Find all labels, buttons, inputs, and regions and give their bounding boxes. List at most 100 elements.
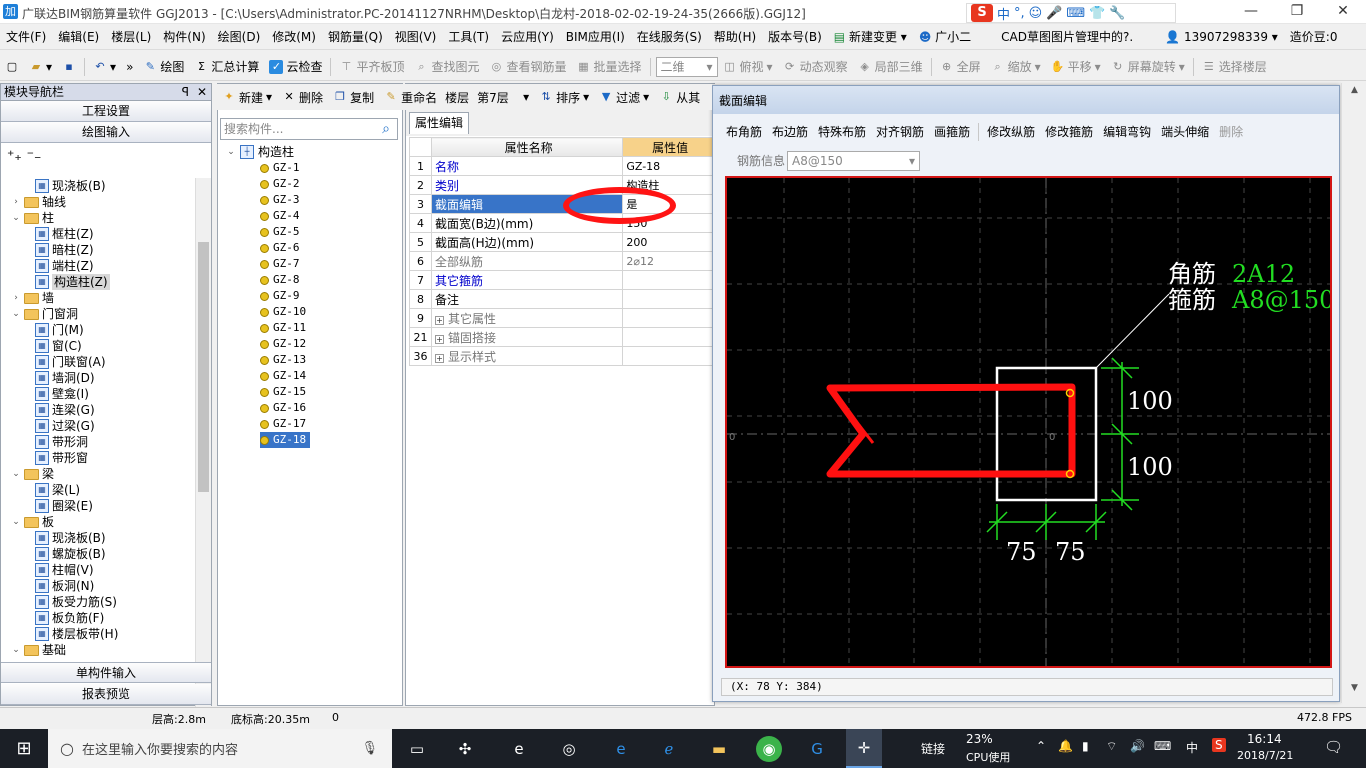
menu-tools[interactable]: 工具(T) (442, 25, 495, 50)
ime-mode[interactable]: 中 (997, 4, 1010, 23)
file-explorer-icon[interactable]: ▬ (706, 736, 732, 762)
tree-item[interactable]: ▦ 暗柱(Z) (35, 242, 94, 258)
expand-all-icon[interactable]: ⁺₊ (7, 148, 22, 164)
keyboard-icon[interactable]: ⌨ (1154, 739, 1171, 753)
taskbar-search-input[interactable]: ○ 在这里输入你要搜索的内容 🎙 (48, 729, 392, 768)
chevron-right-icon[interactable]: › (11, 194, 21, 210)
component-item[interactable]: GZ-17 (260, 416, 310, 432)
menu-draw[interactable]: 绘图(D) (212, 25, 267, 50)
property-value-cell[interactable]: 2⌀12 (622, 251, 715, 271)
align-top-button[interactable]: ⊤ 平齐板顶 (334, 54, 409, 80)
skin-icon[interactable]: 👕 (1089, 6, 1105, 21)
tree-folder[interactable]: ⌄ 门窗洞 (11, 306, 78, 322)
component-root[interactable]: ⌄ ┼ 构造柱 (226, 144, 294, 160)
delete-rebar-button[interactable]: 删除 (1214, 120, 1248, 144)
input-lang[interactable]: 中 (1186, 739, 1198, 756)
chevron-right-icon[interactable]: › (11, 290, 21, 306)
sogou-logo-icon[interactable]: S (971, 4, 993, 22)
property-row[interactable]: 4 截面宽(B边)(mm) 150 (409, 213, 715, 233)
dynamic-view-button[interactable]: ⟳ 动态观察 (778, 54, 853, 80)
tree-item[interactable]: ▦ 窗(C) (35, 338, 82, 354)
property-row[interactable]: 9 + 其它属性 (409, 308, 715, 328)
component-item[interactable]: GZ-12 (260, 336, 310, 352)
tree-item[interactable]: ▦ 墙洞(D) (35, 370, 95, 386)
property-value-cell[interactable] (622, 346, 715, 366)
ime-toolbar[interactable]: S 中 °, ☺ 🎤 ⌨ 👕 🔧 (966, 3, 1176, 23)
volume-icon[interactable]: 🔊 (1130, 739, 1145, 753)
draw-button[interactable]: ✎ 绘图 (138, 54, 189, 80)
menu-guangxiaoer[interactable]: ☻ 广小二 (913, 25, 977, 50)
tree-folder[interactable]: ⌄ 柱 (11, 210, 54, 226)
action-center-icon[interactable]: 🗨 (1324, 738, 1343, 756)
spiral-app-icon[interactable]: ◎ (556, 736, 582, 762)
batch-select-button[interactable]: ▦ 批量选择 (572, 54, 647, 80)
end-stretch-button[interactable]: 端头伸缩 (1156, 120, 1214, 144)
component-item[interactable]: GZ-18 (260, 432, 311, 448)
property-value-cell[interactable]: 200 (622, 232, 715, 252)
component-item[interactable]: GZ-15 (260, 384, 310, 400)
task-view-icon[interactable]: ▭ (404, 736, 430, 762)
maximize-button[interactable]: ❐ (1274, 0, 1320, 24)
tree-item[interactable]: ▦ 螺旋板(B) (35, 546, 106, 562)
menu-cad-news[interactable]: CAD草图图片管理中的?. (995, 25, 1139, 50)
close-icon[interactable]: ✕ (197, 84, 207, 100)
edge-icon[interactable]: e (608, 736, 634, 762)
property-value-cell[interactable]: GZ-18 (622, 156, 715, 176)
tree-item[interactable]: ▦ 圈梁(E) (35, 498, 93, 514)
draw-input-button[interactable]: 绘图输入 (1, 122, 211, 143)
tree-item[interactable]: ▦ 现浇板(B) (35, 530, 106, 546)
open-file-button[interactable]: ▰ ▾ (24, 54, 57, 80)
chevron-down-icon[interactable]: ⌄ (226, 144, 236, 160)
property-value-cell[interactable] (622, 270, 715, 290)
fan-app-icon[interactable]: ✣ (452, 736, 478, 762)
property-value-cell[interactable] (622, 289, 715, 309)
project-settings-button[interactable]: 工程设置 (1, 101, 211, 122)
component-item[interactable]: GZ-9 (260, 288, 304, 304)
menu-online[interactable]: 在线服务(S) (631, 25, 708, 50)
top-view-button[interactable]: ◫ 俯视 ▾ (718, 54, 778, 80)
filter-button[interactable]: ▼ 过滤 ▾ (594, 84, 654, 110)
tab-property-edit[interactable]: 属性编辑 (409, 112, 469, 134)
g-app-icon[interactable]: G (804, 736, 830, 762)
microphone-icon[interactable]: 🎙 (361, 741, 378, 756)
component-item[interactable]: GZ-8 (260, 272, 304, 288)
tree-item[interactable]: ▦ 板洞(N) (35, 578, 94, 594)
expand-plus-icon[interactable]: + (434, 334, 444, 344)
property-row[interactable]: 5 截面高(H边)(mm) 200 (409, 232, 715, 252)
new-component-button[interactable]: ✦ 新建 ▾ (217, 84, 277, 110)
nav-scroll-thumb[interactable] (198, 242, 209, 492)
component-item[interactable]: GZ-2 (260, 176, 304, 192)
expand-plus-icon[interactable]: + (434, 315, 444, 325)
tree-item[interactable]: ▦ 带形洞 (35, 434, 88, 450)
tree-item[interactable]: ▦ 门(M) (35, 322, 84, 338)
menu-rebar-qty[interactable]: 钢筋量(Q) (322, 25, 389, 50)
fullscreen-button[interactable]: ⊕ 全屏 (935, 54, 986, 80)
corner-rebar-button[interactable]: 布角筋 (721, 120, 767, 144)
edit-hook-button[interactable]: 编辑弯钩 (1098, 120, 1156, 144)
component-item[interactable]: GZ-6 (260, 240, 304, 256)
minimize-button[interactable]: — (1228, 0, 1274, 24)
component-item[interactable]: GZ-3 (260, 192, 304, 208)
menu-component[interactable]: 构件(N) (157, 25, 211, 50)
green-app-icon[interactable]: ◉ (756, 736, 782, 762)
new-file-button[interactable]: ▢ (0, 54, 24, 80)
pan-button[interactable]: ✋ 平移 ▾ (1046, 54, 1106, 80)
property-value-cell[interactable] (622, 308, 715, 328)
find-element-button[interactable]: ⌕ 查找图元 (409, 54, 484, 80)
clock-date[interactable]: 2018/7/21 (1237, 749, 1293, 762)
scroll-down-icon[interactable]: ▼ (1351, 683, 1358, 693)
expand-plus-icon[interactable]: + (434, 353, 444, 363)
tree-item[interactable]: ▦ 现浇板(B) (35, 178, 106, 194)
property-row[interactable]: 6 全部纵筋 2⌀12 (409, 251, 715, 271)
sum-calc-button[interactable]: Σ 汇总计算 (189, 54, 264, 80)
align-rebar-button[interactable]: 对齐钢筋 (871, 120, 929, 144)
tree-item[interactable]: ▦ 带形窗 (35, 450, 88, 466)
component-item[interactable]: GZ-5 (260, 224, 304, 240)
menu-version[interactable]: 版本号(B) (762, 25, 828, 50)
view-rebar-button[interactable]: ◎ 查看钢筋量 (484, 54, 571, 80)
nav-scrollbar[interactable] (195, 178, 211, 740)
tools-icon[interactable]: 🔧 (1109, 6, 1125, 21)
tree-item[interactable]: ▦ 楼层板带(H) (35, 626, 118, 642)
modify-stirrup-button[interactable]: 修改箍筋 (1040, 120, 1098, 144)
menu-bim[interactable]: BIM应用(I) (560, 25, 631, 50)
